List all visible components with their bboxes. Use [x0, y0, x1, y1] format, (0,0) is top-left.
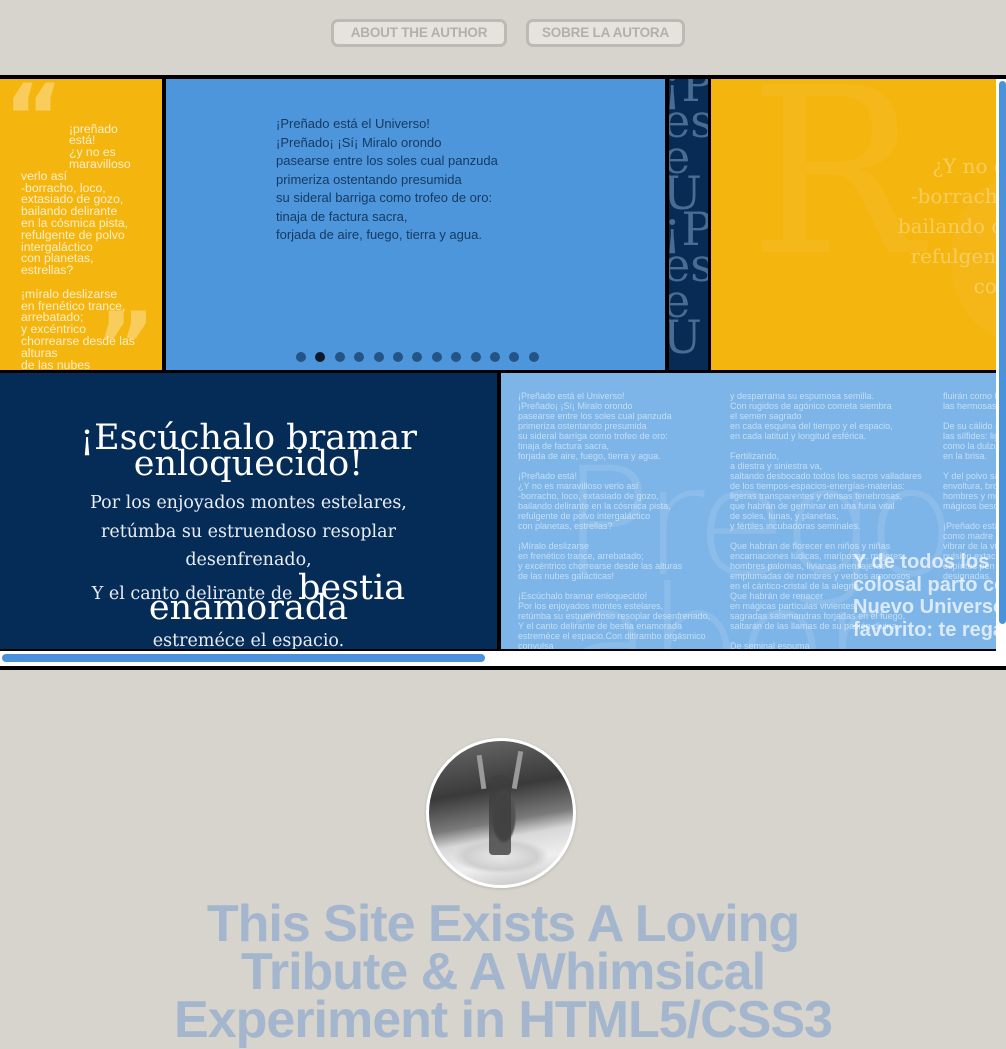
navy-line3: desenfrenado, [185, 550, 312, 570]
panel-yellow-quote: “ ” ¡preñado está! ¿y no es maravilloso v… [0, 79, 162, 370]
panel-navy-strip: ¡P es e U ¡P es e U [669, 79, 708, 370]
slider-dot-6[interactable] [392, 352, 403, 362]
poem-mosaic-frame: “ ” ¡preñado está! ¿y no es maravilloso v… [0, 75, 1006, 670]
slider-dot-1[interactable] [296, 352, 306, 362]
slider-dot-12[interactable] [509, 352, 520, 362]
slider-dot-4[interactable] [354, 352, 365, 362]
top-nav: ABOUT THE AUTHOR SOBRE LA AUTORA [0, 19, 1006, 47]
fulltext-column-1: ¡Preñado está el Universo! ¡Preñado¡ ¡Sí… [518, 391, 711, 649]
site-headline: This Site Exists A Loving Tribute & A Wh… [0, 895, 1006, 1049]
author-avatar [426, 738, 576, 888]
slider-dot-11[interactable] [489, 352, 500, 362]
about-the-author-button[interactable]: ABOUT THE AUTHOR [331, 19, 507, 47]
panel-navy-poem: ¡Escúchalo bramar enloquecido! Por los e… [0, 373, 497, 649]
avatar-photo-detail [476, 754, 487, 790]
slider-dot-13[interactable] [528, 352, 539, 362]
slider-dot-8[interactable] [431, 352, 442, 362]
slider-dot-9[interactable] [451, 352, 462, 362]
avatar-photo-figure [489, 775, 511, 855]
slider-poem-text: ¡Preñado está el Universo! ¡Preñado¡ ¡Sí… [276, 116, 498, 242]
yellow-quote-text: ¡preñado está! ¿y no es maravilloso verlo… [21, 100, 161, 370]
slider-dot-2[interactable] [315, 352, 326, 362]
yellow-quote-text-top: ¡preñado está! ¿y no es maravilloso [69, 121, 131, 171]
slider-dot-10[interactable] [470, 352, 481, 362]
panel-yellow-serif: R ¿Y no es -borracho, bailando de refulg… [711, 79, 1006, 370]
slider-dot-5[interactable] [373, 352, 384, 362]
headline-line3: Experiment in HTML5/CSS3 [174, 991, 833, 1049]
horizontal-scrollbar-thumb[interactable] [2, 654, 485, 662]
navy-heading-line2: enloquecido! [133, 444, 364, 484]
sobre-la-autora-button[interactable]: SOBRE LA AUTORA [526, 19, 685, 47]
panel-blue-slider: ¡Preñado está el Universo! ¡Preñado¡ ¡Sí… [166, 79, 665, 370]
headline-line1: This Site Exists A Loving [206, 895, 800, 953]
headline-line2: Tribute & A Whimsical [240, 943, 766, 1001]
slider-dot-3[interactable] [334, 352, 345, 362]
strip-letters: ¡P es e U ¡P es e U [669, 79, 708, 364]
avatar-photo-detail [511, 750, 524, 790]
navy-line1: Por los enjoyados montes estelares, [90, 493, 407, 513]
yellow-quote-text-body: verlo así -borracho, loco, extasiado de … [21, 168, 135, 370]
slider-dots [296, 352, 539, 362]
navy-line5: estreméce el espacio. [152, 631, 345, 649]
vertical-scrollbar-thumb[interactable] [999, 81, 1006, 624]
panel-light-blue-fulltext: Prego abor ¡Preñado está el Universo! ¡P… [501, 373, 1006, 649]
slider-dot-7[interactable] [412, 352, 423, 362]
navy-heading-line3: enamorada [148, 588, 349, 628]
frame-bottom-border [0, 666, 1006, 670]
watermark-letter: R [749, 79, 923, 307]
light-big-text: Y de todos los h colosal parto có Nuevo … [853, 551, 1006, 641]
yellow-serif-text: ¿Y no es -borracho, bailando de refulgen… [897, 154, 1006, 298]
navy-line2: retúmba su estruendoso resoplar [101, 522, 396, 542]
